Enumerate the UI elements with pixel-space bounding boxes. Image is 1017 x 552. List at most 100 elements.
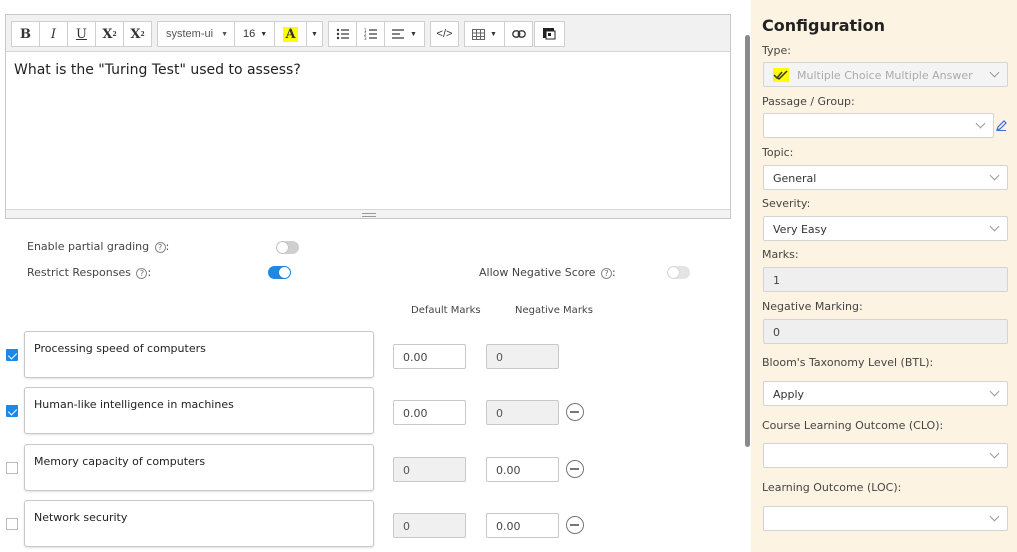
- topic-value: General: [773, 172, 817, 185]
- loc-label: Learning Outcome (LOC):: [762, 481, 902, 494]
- toggle-knob: [277, 242, 288, 253]
- svg-text:3: 3: [364, 36, 367, 40]
- underline-button[interactable]: U: [67, 21, 96, 47]
- negative-marking-input: 0: [763, 319, 1008, 344]
- italic-glyph: I: [50, 26, 57, 42]
- default-marks-input[interactable]: 0.00: [393, 400, 466, 425]
- subscript-base: X: [130, 26, 141, 42]
- help-icon[interactable]: ?: [136, 268, 148, 279]
- option-text-box[interactable]: Memory capacity of computers: [24, 444, 374, 491]
- table-insert-button[interactable]: ▼: [464, 21, 505, 47]
- option-text: Human-like intelligence in machines: [34, 398, 234, 411]
- clo-select[interactable]: [763, 443, 1008, 468]
- code-view-button[interactable]: </>: [430, 21, 459, 47]
- superscript-button[interactable]: X2: [95, 21, 124, 47]
- bullet-list-icon: [336, 28, 349, 40]
- option-correct-checkbox[interactable]: [6, 518, 18, 530]
- double-check-icon: [773, 68, 789, 82]
- default-marks-input: 0: [393, 513, 466, 538]
- editor-toolbar: B I U X2 X2 system-ui ▼ 16 ▼ A ▼ 1 2 3 ▼…: [6, 15, 730, 52]
- restrict-responses-toggle[interactable]: [268, 266, 291, 279]
- highlight-dropdown-button[interactable]: ▼: [306, 21, 323, 47]
- btl-select[interactable]: Apply: [763, 381, 1008, 406]
- editor-resize-handle[interactable]: [6, 209, 730, 218]
- option-text: Network security: [34, 511, 128, 524]
- toggle-knob: [668, 267, 679, 278]
- partial-grading-toggle[interactable]: [276, 241, 299, 254]
- remove-option-icon[interactable]: [566, 403, 584, 421]
- loc-select[interactable]: [763, 506, 1008, 531]
- default-marks-header: Default Marks: [411, 305, 481, 316]
- link-icon: [511, 30, 526, 38]
- option-text-box[interactable]: Human-like intelligence in machines: [24, 387, 374, 434]
- code-icon: </>: [436, 28, 453, 40]
- bold-button[interactable]: B: [11, 21, 40, 47]
- option-text-box[interactable]: Processing speed of computers: [24, 331, 374, 378]
- main-scrollbar-thumb[interactable]: [745, 35, 750, 447]
- passage-select[interactable]: [763, 113, 994, 138]
- caret-down-icon: ▼: [410, 30, 417, 38]
- caret-down-icon: ▼: [221, 30, 228, 38]
- chevron-down-icon: [989, 221, 1000, 232]
- caret-down-icon: ▼: [490, 30, 497, 38]
- restrict-responses-text: Restrict Responses: [27, 266, 131, 279]
- chevron-down-icon: [989, 386, 1000, 397]
- highlight-icon: A: [283, 26, 298, 42]
- caret-down-icon: ▼: [311, 30, 318, 38]
- font-size-select[interactable]: 16 ▼: [234, 21, 275, 47]
- italic-button[interactable]: I: [39, 21, 68, 47]
- btl-value: Apply: [773, 388, 805, 401]
- subscript-button[interactable]: X2: [123, 21, 152, 47]
- toggle-knob: [279, 267, 290, 278]
- passage-label: Passage / Group:: [762, 95, 855, 108]
- align-select[interactable]: ▼: [384, 21, 425, 47]
- option-text: Memory capacity of computers: [34, 455, 206, 468]
- negative-marks-input: 0: [486, 400, 559, 425]
- chevron-down-icon: [975, 118, 986, 129]
- insert-media-button[interactable]: [534, 21, 565, 47]
- superscript-mark: 2: [112, 30, 117, 38]
- font-family-select[interactable]: system-ui ▼: [157, 21, 235, 47]
- marks-input: 1: [763, 267, 1008, 292]
- chevron-down-icon: [989, 511, 1000, 522]
- negative-marking-label: Negative Marking:: [762, 300, 863, 313]
- editor-content[interactable]: What is the "Turing Test" used to assess…: [6, 52, 730, 211]
- negative-marks-input[interactable]: 0.00: [486, 513, 559, 538]
- edit-passage-icon[interactable]: [996, 118, 1007, 136]
- type-value: Multiple Choice Multiple Answer: [797, 69, 973, 82]
- negative-marks-input[interactable]: 0.00: [486, 457, 559, 482]
- media-icon: [543, 28, 556, 40]
- question-editor: B I U X2 X2 system-ui ▼ 16 ▼ A ▼ 1 2 3 ▼…: [5, 14, 731, 219]
- superscript-base: X: [102, 26, 113, 42]
- partial-grading-text: Enable partial grading: [27, 240, 150, 253]
- type-select: Multiple Choice Multiple Answer: [763, 62, 1008, 87]
- topic-select[interactable]: General: [763, 165, 1008, 190]
- remove-option-icon[interactable]: [566, 516, 584, 534]
- help-icon[interactable]: ?: [601, 268, 613, 279]
- remove-option-icon[interactable]: [566, 460, 584, 478]
- numbered-list-button[interactable]: 123: [356, 21, 385, 47]
- clo-label: Course Learning Outcome (CLO):: [762, 419, 944, 432]
- option-correct-checkbox[interactable]: [6, 462, 18, 474]
- negative-score-text: Allow Negative Score: [479, 266, 596, 279]
- option-text-box[interactable]: Network security: [24, 500, 374, 547]
- highlight-color-button[interactable]: A: [274, 21, 307, 47]
- default-marks-input: 0: [393, 457, 466, 482]
- option-correct-checkbox[interactable]: [6, 349, 18, 361]
- chevron-down-icon: [989, 170, 1000, 181]
- type-label: Type:: [762, 44, 791, 57]
- chevron-down-icon: [989, 67, 1000, 78]
- negative-score-toggle[interactable]: [667, 266, 690, 279]
- restrict-responses-label: Restrict Responses ?:: [27, 266, 151, 279]
- severity-select[interactable]: Very Easy: [763, 216, 1008, 241]
- help-icon[interactable]: ?: [154, 242, 166, 253]
- bullet-list-button[interactable]: [328, 21, 357, 47]
- colon: :: [165, 240, 170, 253]
- option-text: Processing speed of computers: [34, 342, 206, 355]
- severity-label: Severity:: [762, 197, 811, 210]
- default-marks-input[interactable]: 0.00: [393, 344, 466, 369]
- option-correct-checkbox[interactable]: [6, 405, 18, 417]
- colon: :: [147, 266, 152, 279]
- link-button[interactable]: [504, 21, 533, 47]
- marks-label: Marks:: [762, 248, 799, 261]
